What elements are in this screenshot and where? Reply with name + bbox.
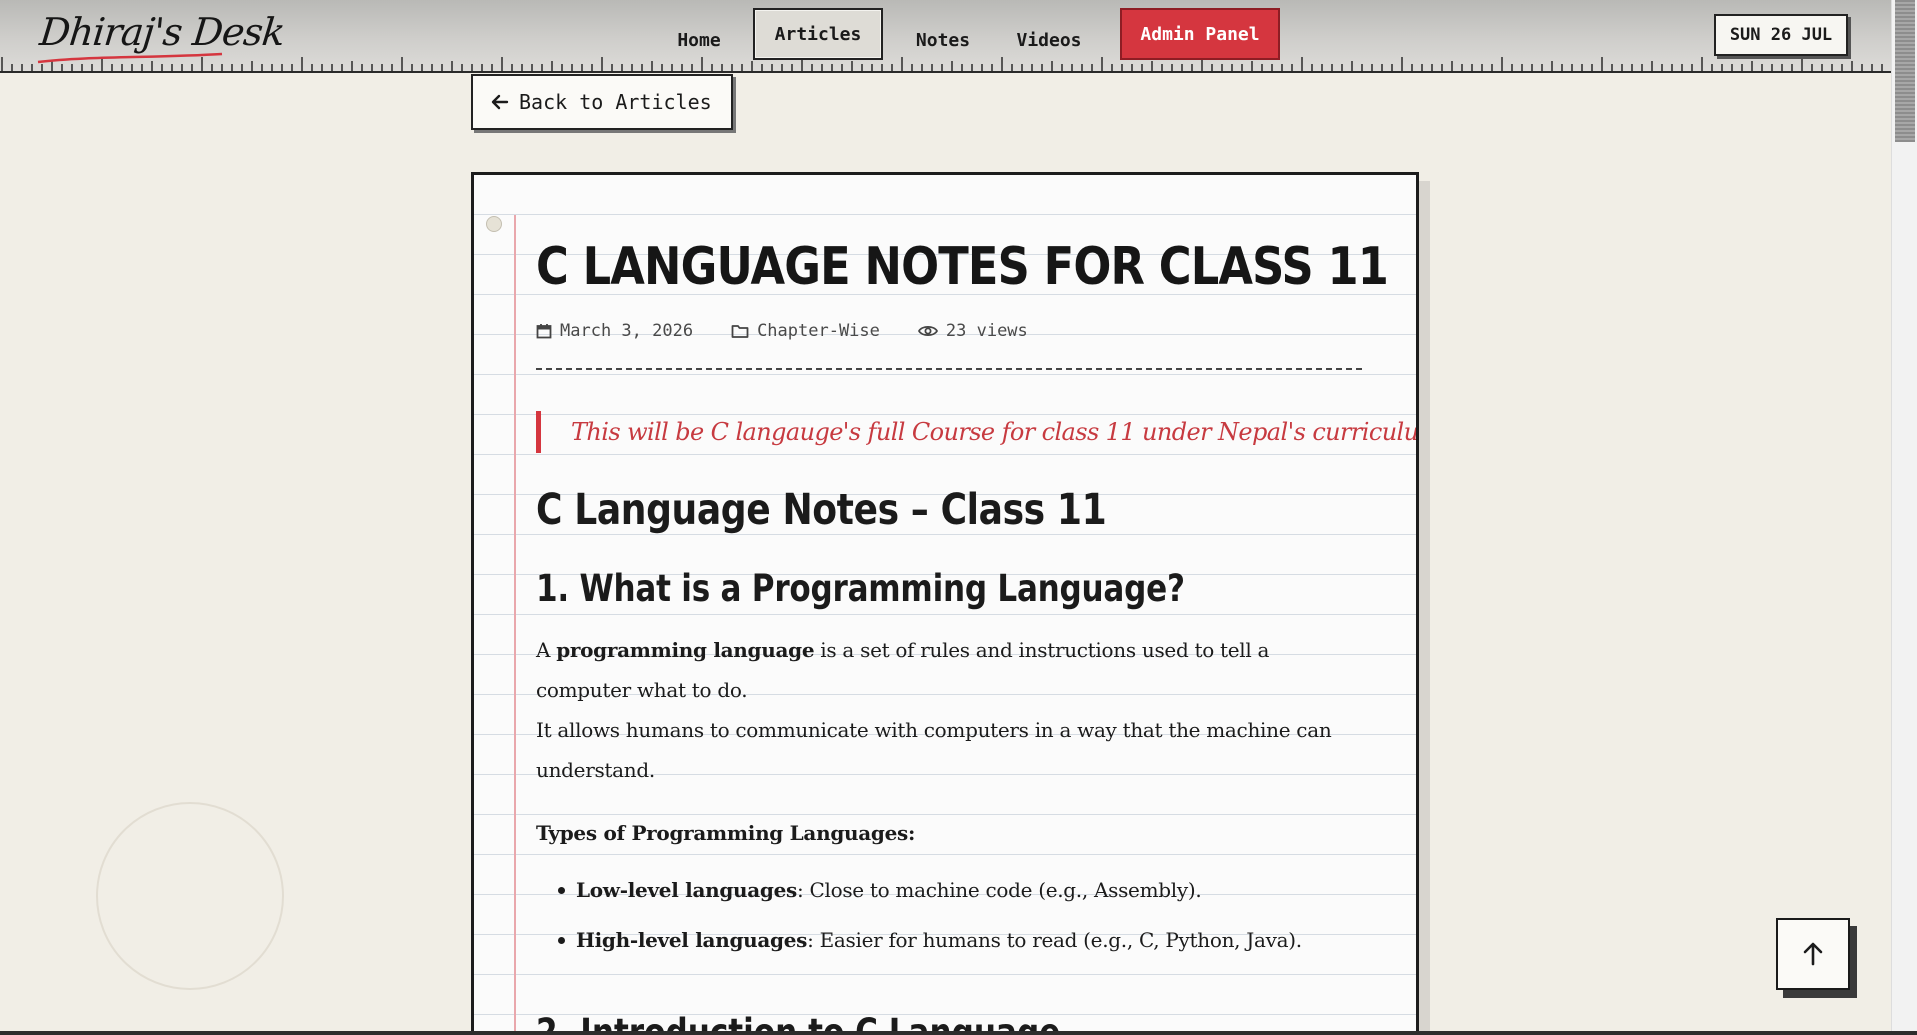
list-item: High-level languages: Easier for humans … — [536, 915, 1302, 965]
scrollbar-thumb[interactable] — [1895, 0, 1915, 142]
types-heading: Types of Programming Languages: — [536, 821, 916, 845]
article-meta: March 3, 2026 Chapter-Wise 23 views — [536, 321, 1028, 341]
list-item-desc: : Close to machine code (e.g., Assembly)… — [797, 878, 1202, 902]
para-text: It allows humans to communicate with com… — [536, 718, 1332, 782]
article-excerpt: This will be C langauge's full Course fo… — [536, 411, 1416, 453]
definition-paragraph: A programming language is a set of rules… — [536, 630, 1366, 790]
bottom-edge — [0, 1031, 1917, 1035]
arrow-left-icon — [491, 94, 509, 110]
article-category[interactable]: Chapter-Wise — [757, 321, 880, 341]
back-to-top-button[interactable] — [1776, 918, 1850, 990]
paper-margin-line — [514, 215, 516, 1034]
back-button-label: Back to Articles — [519, 90, 712, 114]
list-item-desc: : Easier for humans to read (e.g., C, Py… — [807, 928, 1302, 952]
list-item-term: High-level languages — [576, 928, 808, 952]
meta-divider — [536, 368, 1362, 370]
paper-hole — [486, 216, 502, 232]
para-bold-term: programming language — [556, 638, 815, 662]
nav-articles[interactable]: Articles — [753, 8, 883, 60]
site-logo[interactable]: Dhiraj's Desk — [38, 10, 287, 54]
nav-videos[interactable]: Videos — [1007, 14, 1091, 66]
article-date: March 3, 2026 — [560, 321, 694, 341]
scrollbar[interactable] — [1891, 0, 1917, 1031]
para-text: A — [536, 638, 557, 662]
calendar-icon — [536, 324, 552, 339]
decorative-circle — [96, 802, 284, 990]
logo-underline — [37, 52, 223, 64]
eye-icon — [917, 325, 938, 337]
list-item: Low-level languages: Close to machine co… — [536, 865, 1302, 915]
nav-home[interactable]: Home — [660, 14, 738, 66]
nav-notes[interactable]: Notes — [903, 14, 983, 66]
types-list: Low-level languages: Close to machine co… — [536, 865, 1302, 965]
back-to-articles-button[interactable]: Back to Articles — [471, 74, 733, 130]
nav-admin-panel[interactable]: Admin Panel — [1120, 8, 1280, 60]
article-title: C LANGUAGE NOTES FOR CLASS 11 — [536, 237, 1389, 297]
article-paper: C LANGUAGE NOTES FOR CLASS 11 March 3, 2… — [471, 172, 1419, 1034]
content-heading: C Language Notes – Class 11 — [536, 485, 1107, 535]
list-item-term: Low-level languages — [576, 878, 797, 902]
arrow-up-icon — [1803, 942, 1823, 966]
section-heading: 1. What is a Programming Language? — [536, 567, 1185, 610]
date-badge: SUN 26 JUL — [1714, 14, 1848, 56]
site-header: Dhiraj's Desk Home Articles Notes Videos… — [0, 0, 1891, 73]
folder-icon — [731, 325, 749, 338]
article-views: 23 views — [945, 321, 1028, 341]
